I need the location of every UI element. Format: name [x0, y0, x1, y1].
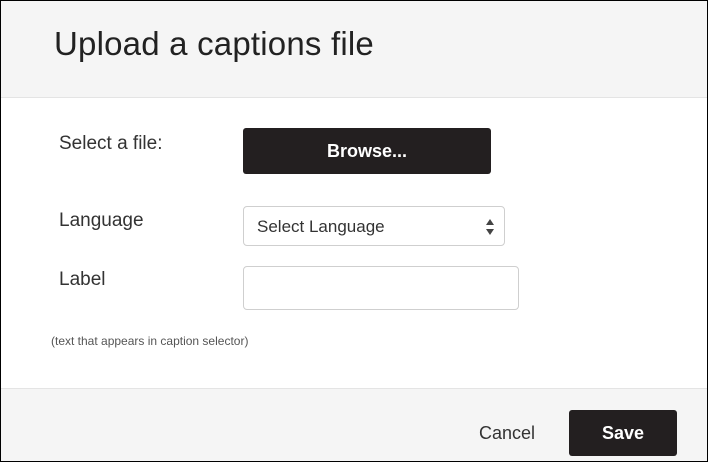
save-button[interactable]: Save: [569, 410, 677, 456]
up-down-arrows-icon: [485, 218, 495, 236]
language-label: Language: [59, 210, 144, 231]
caption-help-text: (text that appears in caption selector): [51, 334, 249, 348]
browse-button[interactable]: Browse...: [243, 128, 491, 174]
dialog-footer: Cancel Save: [1, 388, 707, 461]
caption-label-input[interactable]: [243, 266, 519, 310]
dialog-title: Upload a captions file: [54, 25, 374, 62]
file-label: Select a file:: [59, 133, 163, 154]
language-select-value: Select Language: [257, 217, 385, 236]
cancel-button[interactable]: Cancel: [479, 423, 535, 444]
language-select[interactable]: Select Language: [243, 206, 505, 246]
upload-captions-dialog: Upload a captions file Select a file: Br…: [0, 0, 708, 462]
caption-label-label: Label: [59, 269, 106, 290]
dialog-header: Upload a captions file: [1, 1, 707, 98]
dialog-body: Select a file: Browse... Language Select…: [1, 98, 707, 388]
